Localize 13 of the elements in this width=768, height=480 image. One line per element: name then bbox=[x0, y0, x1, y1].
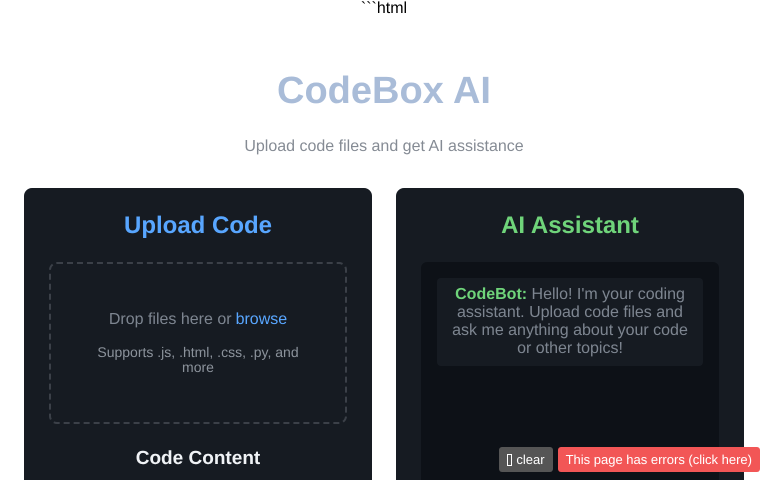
section-title: Code Content bbox=[136, 448, 260, 470]
panel-title: Upload Code bbox=[124, 212, 272, 240]
clear-button[interactable]: clear bbox=[499, 447, 553, 472]
chat-message: CodeBot: Hello! I'm your coding assistant. Upload code files and ask me anything about your code or other topics! bbox=[437, 278, 703, 366]
drop-zone[interactable]: Drop files here or browse Supports .js, .html, .css, .py, and more bbox=[49, 262, 347, 424]
browse-link[interactable]: browse bbox=[236, 311, 288, 329]
code-fence-text: ```html bbox=[360, 0, 408, 18]
drop-text: Drop files here or bbox=[108, 311, 232, 329]
missing-glyph-icon bbox=[507, 454, 512, 466]
supported-types-text: Supports .js, .html, .css, .py, and more bbox=[96, 345, 300, 375]
page-title: CodeBox AI bbox=[277, 69, 491, 113]
page-subtitle: Upload code files and get AI assistance bbox=[244, 138, 524, 156]
panel-title: AI Assistant bbox=[501, 212, 639, 240]
